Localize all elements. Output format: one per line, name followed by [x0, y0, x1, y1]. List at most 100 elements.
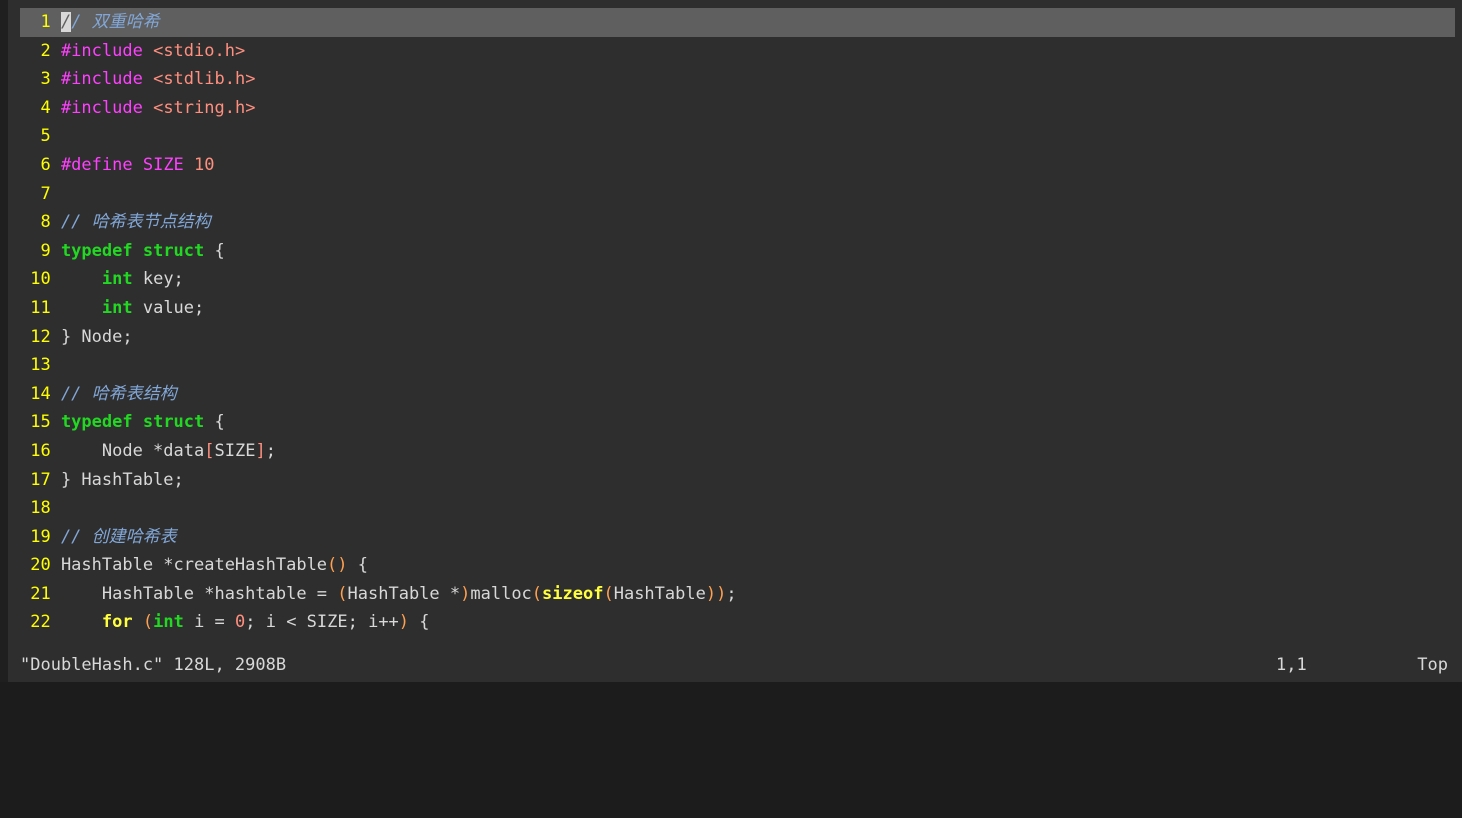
- status-file-info: "DoubleHash.c" 128L, 2908B: [20, 655, 287, 675]
- code-token: i =: [183, 612, 236, 633]
- code-line[interactable]: 9 typedef struct {: [8, 237, 1462, 266]
- code-token: value;: [132, 297, 205, 318]
- line-number: 20: [30, 555, 51, 576]
- code-line[interactable]: 6 #define SIZE 10: [8, 151, 1462, 180]
- code-line-content: #include <stdio.h>: [61, 41, 245, 61]
- code-token: } Node;: [60, 326, 133, 347]
- code-token: #include: [60, 97, 143, 118]
- code-line[interactable]: 4 #include <string.h>: [8, 94, 1462, 123]
- code-token: (: [531, 583, 543, 604]
- code-line[interactable]: 10 int key;: [8, 265, 1462, 294]
- code-token: HashTable *: [347, 583, 461, 604]
- code-line[interactable]: 7: [8, 180, 1462, 209]
- code-line[interactable]: 12 } Node;: [8, 323, 1462, 352]
- code-line[interactable]: 3 #include <stdlib.h>: [8, 65, 1462, 94]
- code-line-content: typedef struct {: [61, 412, 225, 432]
- code-token: HashTable: [613, 583, 706, 604]
- line-number: 1: [40, 12, 51, 32]
- code-line[interactable]: 14 // 哈希表结构: [8, 380, 1462, 409]
- code-line-content: #include <string.h>: [61, 98, 256, 118]
- code-line-content: // 哈希表结构: [61, 384, 177, 404]
- code-token: int: [101, 297, 133, 318]
- line-number: 16: [30, 440, 51, 461]
- code-token: ; i < SIZE; i++: [245, 612, 399, 633]
- code-token: {: [347, 555, 369, 576]
- code-token: ): [398, 612, 410, 633]
- code-token: #define: [60, 154, 133, 175]
- code-token: ]: [255, 440, 266, 461]
- code-token: ): [460, 583, 471, 604]
- code-token: int: [153, 612, 184, 633]
- code-line[interactable]: 1 // 双重哈希: [20, 8, 1455, 37]
- code-line[interactable]: 13: [8, 351, 1462, 380]
- line-number: 12: [30, 326, 51, 347]
- code-line[interactable]: 22 for (int i = 0; i < SIZE; i++) {: [8, 608, 1462, 637]
- line-number: 13: [30, 355, 51, 376]
- code-token: HashTable *hashtable =: [60, 583, 338, 604]
- code-line-content: int key;: [61, 269, 184, 289]
- code-token: {: [214, 412, 225, 433]
- code-line[interactable]: 20 HashTable *createHashTable() {: [8, 551, 1462, 580]
- code-token: key;: [132, 269, 184, 290]
- code-token: (: [603, 583, 614, 604]
- line-number: 19: [30, 526, 51, 547]
- status-scroll-indicator: Top: [1417, 655, 1448, 675]
- line-number: 7: [40, 183, 51, 204]
- code-line[interactable]: 5: [8, 122, 1462, 151]
- code-line[interactable]: 16 Node *data[SIZE];: [8, 437, 1462, 466]
- line-number: 17: [30, 469, 51, 490]
- code-line-content: typedef struct {: [61, 241, 225, 261]
- code-token: HashTable *createHashTable: [60, 555, 328, 576]
- code-token: typedef: [60, 240, 133, 261]
- code-line-content: Node *data[SIZE];: [61, 441, 276, 461]
- code-token: } HashTable;: [60, 469, 184, 490]
- code-line[interactable]: 21 HashTable *hashtable = (HashTable *)m…: [8, 580, 1462, 609]
- code-token: #include: [60, 69, 143, 90]
- vim-terminal-window[interactable]: 1 // 双重哈希 2 #include <stdio.h> 3 #include <st…: [0, 0, 1462, 682]
- line-number: 9: [40, 240, 51, 261]
- vim-status-line: "DoubleHash.c" 128L, 2908B 1,1 Top: [8, 648, 1462, 682]
- code-line[interactable]: 11 int value;: [8, 294, 1462, 323]
- code-line[interactable]: 18: [8, 494, 1462, 523]
- code-line[interactable]: 8 // 哈希表节点结构: [8, 208, 1462, 237]
- status-cursor-position: 1,1: [1276, 655, 1307, 675]
- code-line[interactable]: 17 } HashTable;: [8, 466, 1462, 495]
- code-line-content: // 哈希表节点结构: [61, 212, 211, 232]
- line-number: 6: [40, 154, 51, 175]
- code-token: SIZE: [142, 154, 184, 175]
- line-number: 14: [30, 383, 51, 404]
- code-line[interactable]: 2 #include <stdio.h>: [8, 37, 1462, 66]
- code-token: struct: [142, 240, 205, 261]
- code-line-content: #include <stdlib.h>: [61, 69, 256, 89]
- code-line[interactable]: 19 // 创建哈希表: [8, 523, 1462, 552]
- code-token: struct: [142, 412, 205, 433]
- code-line-content: #define SIZE 10: [61, 155, 215, 175]
- code-token: {: [409, 612, 430, 633]
- code-token: )): [705, 583, 727, 604]
- code-line-content: // 创建哈希表: [61, 527, 177, 547]
- code-token: Node *data: [60, 440, 205, 461]
- line-number: 2: [40, 40, 51, 61]
- code-token: (: [337, 583, 348, 604]
- code-line[interactable]: 15 typedef struct {: [8, 408, 1462, 437]
- code-line-content: } HashTable;: [61, 470, 184, 490]
- code-token: SIZE: [214, 440, 256, 461]
- code-token: int: [101, 269, 133, 290]
- code-token: ;: [726, 583, 737, 604]
- code-token: <stdlib.h>: [153, 69, 256, 90]
- code-token: for: [101, 612, 133, 633]
- editor-buffer[interactable]: 1 // 双重哈希 2 #include <stdio.h> 3 #include <st…: [8, 0, 1462, 648]
- code-token: [: [204, 440, 215, 461]
- code-token: // 哈希表结构: [60, 383, 177, 404]
